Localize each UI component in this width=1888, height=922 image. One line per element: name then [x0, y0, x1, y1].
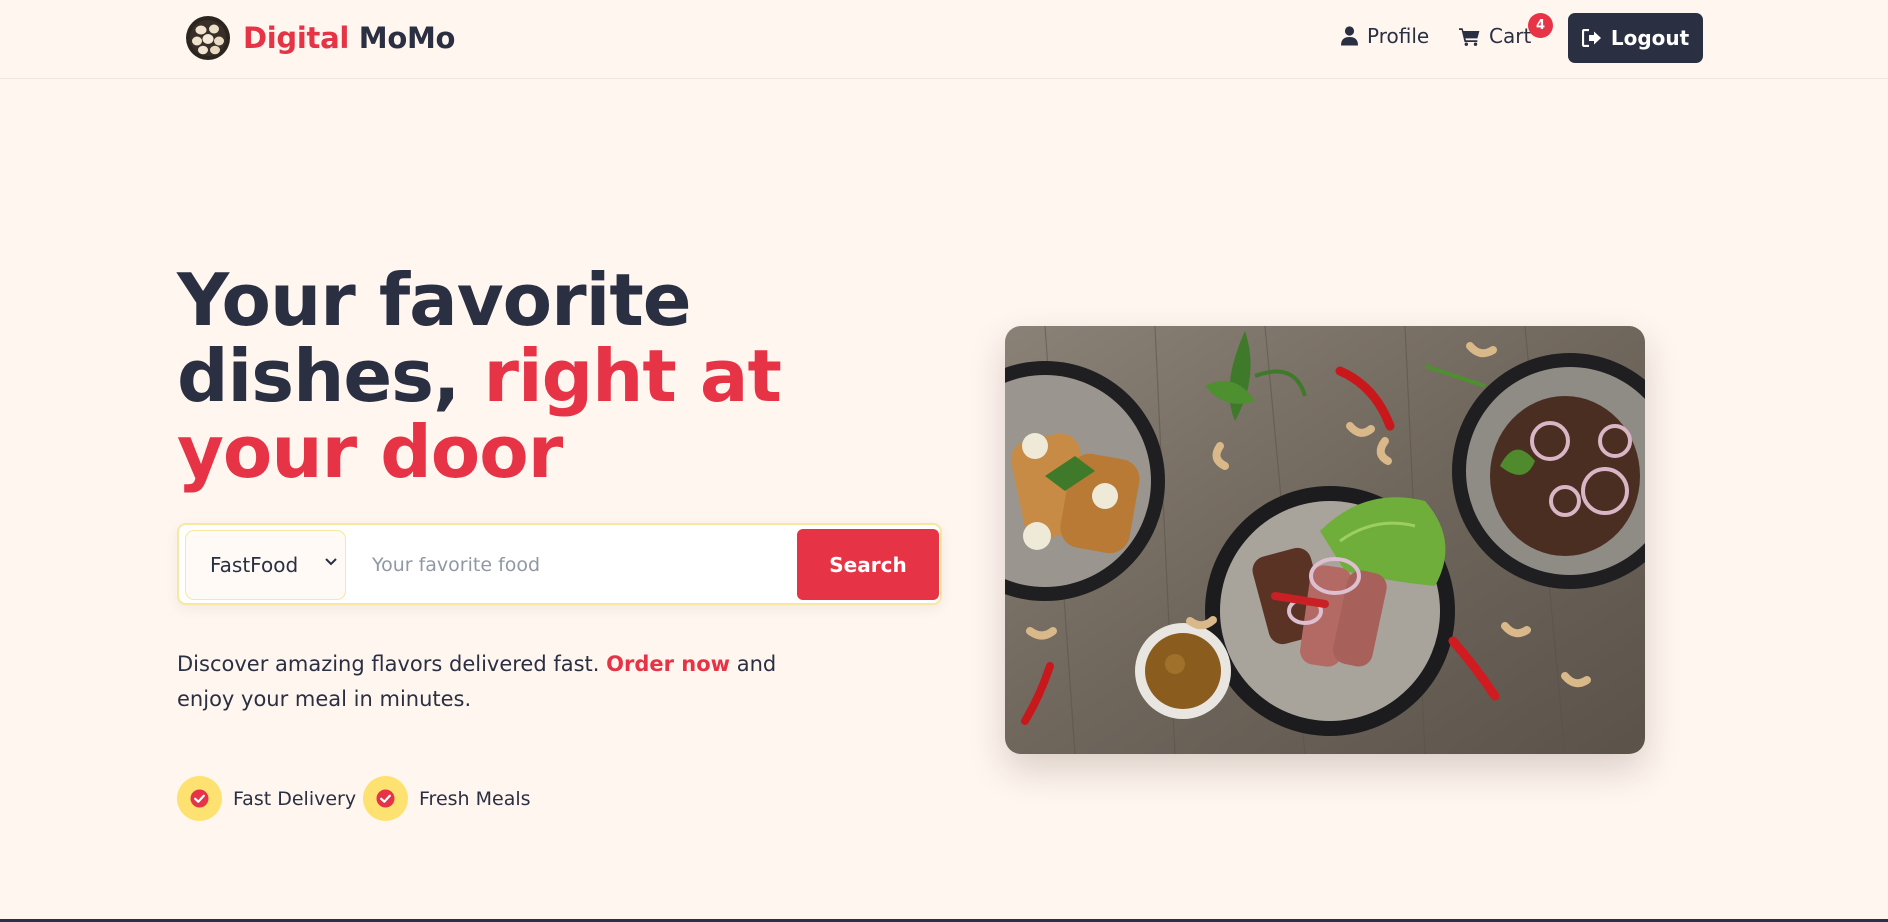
momo-plate-logo-icon [186, 16, 230, 60]
hero-description-part1: Discover amazing flavors delivered fast. [177, 652, 607, 676]
feature-label: Fast Delivery [233, 787, 357, 810]
nav-cart-link[interactable]: Cart [1459, 24, 1531, 48]
search-form: FastFood Search [177, 523, 959, 605]
nav-profile-link[interactable]: Profile [1341, 24, 1429, 48]
food-platter-photo-icon [1005, 326, 1645, 754]
feature-label: Fresh Meals [419, 787, 531, 810]
user-icon [1341, 26, 1358, 46]
nav-profile-label: Profile [1367, 24, 1430, 48]
logout-icon [1581, 29, 1601, 47]
feature-fast-delivery: Fast Delivery [177, 776, 356, 821]
logout-button[interactable]: Logout [1568, 13, 1703, 63]
nav-cart-label: Cart [1489, 24, 1532, 48]
cart-count-badge: 4 [1528, 13, 1553, 38]
category-selected-value: FastFood [210, 553, 299, 577]
hero-title-line2-plain: dishes, [177, 334, 484, 418]
brand-name: Digital MoMo [243, 21, 455, 55]
brand-word-digital: Digital [243, 21, 349, 55]
chevron-down-icon [325, 558, 337, 566]
feature-fresh-meals: Fresh Meals [363, 776, 531, 821]
logout-label: Logout [1610, 26, 1690, 50]
check-circle-icon [177, 776, 222, 821]
check-circle-icon [363, 776, 408, 821]
hero-food-image [1005, 326, 1645, 754]
hero-description: Discover amazing flavors delivered fast.… [177, 647, 817, 717]
category-select[interactable]: FastFood [185, 530, 346, 600]
hero-title-line1: Your favorite [177, 258, 692, 342]
brand-word-momo: MoMo [358, 21, 456, 55]
brand-link[interactable]: Digital MoMo [185, 15, 455, 61]
shopping-cart-icon [1459, 27, 1480, 46]
hero-title-line2-accent: right at [483, 334, 781, 418]
search-button[interactable]: Search [797, 529, 939, 600]
order-now-link[interactable]: Order now [606, 652, 730, 676]
hero-title-line3-accent: your door [177, 410, 563, 494]
navbar: Digital MoMo Profile Cart 4 Logout [0, 0, 1888, 79]
hero-title: Your favorite dishes, right at your door [177, 262, 797, 490]
